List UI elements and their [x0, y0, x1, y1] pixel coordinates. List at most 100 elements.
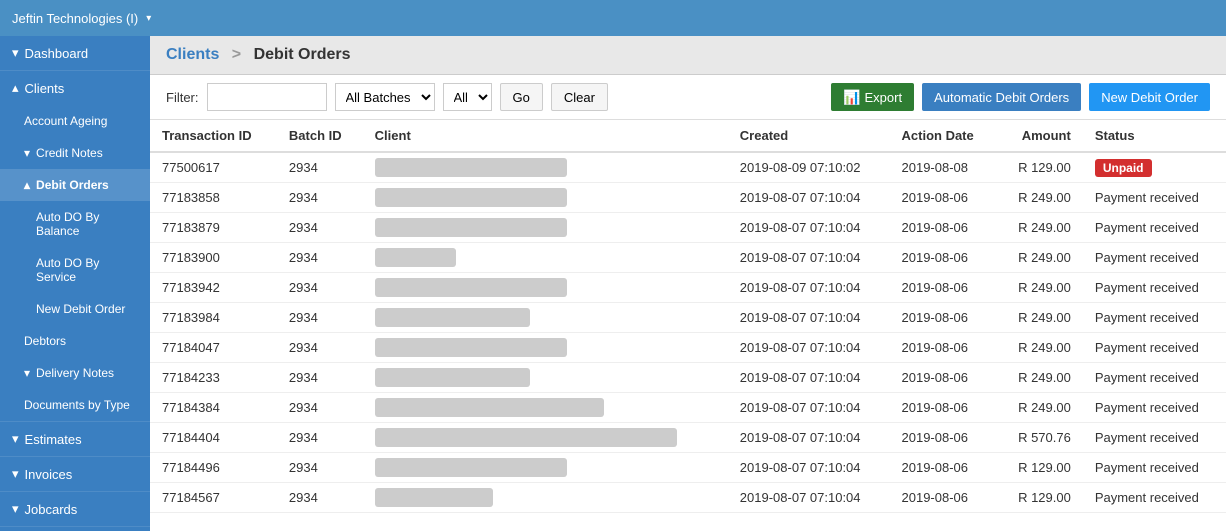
sidebar-item-estimates[interactable]: ▾ Estimates [0, 422, 150, 456]
created-date: 2019-08-07 07:10:04 [728, 303, 890, 333]
breadcrumb: Clients > Debit Orders [150, 36, 1226, 75]
amount: R 129.00 [997, 453, 1083, 483]
transaction-id: 77183858 [150, 183, 277, 213]
col-amount: Amount [997, 120, 1083, 152]
status-cell: Payment received [1083, 333, 1226, 363]
amount: R 570.76 [997, 423, 1083, 453]
created-date: 2019-08-07 07:10:04 [728, 213, 890, 243]
filter-label: Filter: [166, 90, 199, 105]
table-row[interactable]: 77183942 2934 ████████████████████ 2019-… [150, 273, 1226, 303]
sidebar: ▾ Dashboard ▴ Clients Account Ageing ▾ C… [0, 36, 150, 531]
transaction-id: 77183942 [150, 273, 277, 303]
client-name: ████████████████████ [363, 213, 728, 243]
sidebar-item-label: Account Ageing [24, 114, 107, 128]
status-cell: Payment received [1083, 183, 1226, 213]
sidebar-item-dashboard[interactable]: ▾ Dashboard [0, 36, 150, 70]
breadcrumb-current: Debit Orders [254, 46, 351, 63]
filter-input[interactable] [207, 83, 327, 111]
table-container: Transaction ID Batch ID Client Created A… [150, 120, 1226, 531]
transaction-id: 77184047 [150, 333, 277, 363]
transaction-id: 77184567 [150, 483, 277, 513]
batch-id: 2934 [277, 423, 363, 453]
go-button[interactable]: Go [500, 83, 543, 111]
client-name: ████████████████████ [363, 183, 728, 213]
toolbar: Filter: All Batches All Go Clear 📊 Expor… [150, 75, 1226, 120]
table-row[interactable]: 77184233 2934 ████████████████ 2019-08-0… [150, 363, 1226, 393]
table-row[interactable]: 77184384 2934 ████████████████████████ 2… [150, 393, 1226, 423]
status-cell: Payment received [1083, 453, 1226, 483]
transaction-id: 77500617 [150, 152, 277, 183]
created-date: 2019-08-07 07:10:04 [728, 423, 890, 453]
sidebar-section-jobcards: ▾ Jobcards [0, 491, 150, 526]
batch-id: 2934 [277, 213, 363, 243]
client-name: ████████████████████ [363, 333, 728, 363]
new-debit-order-button[interactable]: New Debit Order [1089, 83, 1210, 111]
table-row[interactable]: 77184404 2934 ██████████████████████████… [150, 423, 1226, 453]
sidebar-item-label: Debit Orders [36, 178, 109, 192]
amount: R 249.00 [997, 303, 1083, 333]
sidebar-item-jobcards[interactable]: ▾ Jobcards [0, 492, 150, 526]
company-dropdown-icon[interactable]: ▾ [146, 13, 151, 24]
jobcards-arrow: ▾ [12, 501, 19, 517]
sidebar-item-auto-do-balance[interactable]: Auto DO By Balance [0, 201, 150, 247]
status-cell: Payment received [1083, 213, 1226, 243]
created-date: 2019-08-07 07:10:04 [728, 363, 890, 393]
sidebar-item-auto-do-service[interactable]: Auto DO By Service [0, 247, 150, 293]
table-row[interactable]: 77184567 2934 ████████████ 2019-08-07 07… [150, 483, 1226, 513]
table-row[interactable]: 77184496 2934 ████████████████████ 2019-… [150, 453, 1226, 483]
sidebar-item-invoices[interactable]: ▾ Invoices [0, 457, 150, 491]
transaction-id: 77183900 [150, 243, 277, 273]
action-date: 2019-08-06 [890, 333, 998, 363]
clear-button[interactable]: Clear [551, 83, 608, 111]
created-date: 2019-08-07 07:10:04 [728, 483, 890, 513]
table-row[interactable]: 77183900 2934 ████████ 2019-08-07 07:10:… [150, 243, 1226, 273]
transaction-id: 77183984 [150, 303, 277, 333]
table-row[interactable]: 77183858 2934 ████████████████████ 2019-… [150, 183, 1226, 213]
sidebar-item-new-debit-order[interactable]: New Debit Order [0, 293, 150, 325]
sidebar-item-label: Delivery Notes [36, 366, 114, 380]
export-button[interactable]: 📊 Export [831, 83, 914, 111]
breadcrumb-parent[interactable]: Clients [166, 46, 219, 63]
automatic-debit-orders-button[interactable]: Automatic Debit Orders [922, 83, 1081, 111]
table-body: 77500617 2934 ████████████████████ 2019-… [150, 152, 1226, 513]
sidebar-item-debit-orders[interactable]: ▴ Debit Orders [0, 169, 150, 201]
sidebar-item-credit-notes[interactable]: ▾ Credit Notes [0, 137, 150, 169]
sidebar-item-label: Clients [25, 81, 65, 96]
action-date: 2019-08-06 [890, 183, 998, 213]
table-row[interactable]: 77183879 2934 ████████████████████ 2019-… [150, 213, 1226, 243]
sidebar-section-invoices: ▾ Invoices [0, 456, 150, 491]
sidebar-item-account-ageing[interactable]: Account Ageing [0, 105, 150, 137]
transaction-id: 77184496 [150, 453, 277, 483]
status-cell: Unpaid [1083, 152, 1226, 183]
action-date: 2019-08-06 [890, 213, 998, 243]
table-row[interactable]: 77184047 2934 ████████████████████ 2019-… [150, 333, 1226, 363]
sidebar-section-estimates: ▾ Estimates [0, 421, 150, 456]
action-date: 2019-08-06 [890, 453, 998, 483]
col-action-date: Action Date [890, 120, 998, 152]
sidebar-item-documents-by-type[interactable]: Documents by Type [0, 389, 150, 421]
sidebar-section-clients: ▴ Clients Account Ageing ▾ Credit Notes … [0, 70, 150, 421]
sidebar-item-payments[interactable]: ▾ Payments [0, 527, 150, 531]
table-row[interactable]: 77500617 2934 ████████████████████ 2019-… [150, 152, 1226, 183]
amount: R 249.00 [997, 183, 1083, 213]
col-client: Client [363, 120, 728, 152]
batch-select[interactable]: All Batches [335, 83, 435, 111]
batch-id: 2934 [277, 303, 363, 333]
table-row[interactable]: 77183984 2934 ████████████████ 2019-08-0… [150, 303, 1226, 333]
layout: ▾ Dashboard ▴ Clients Account Ageing ▾ C… [0, 36, 1226, 531]
created-date: 2019-08-07 07:10:04 [728, 393, 890, 423]
status-select[interactable]: All [443, 83, 492, 111]
sidebar-item-delivery-notes[interactable]: ▾ Delivery Notes [0, 357, 150, 389]
amount: R 249.00 [997, 393, 1083, 423]
action-date: 2019-08-06 [890, 243, 998, 273]
status-cell: Payment received [1083, 393, 1226, 423]
breadcrumb-separator: > [232, 46, 241, 63]
sidebar-item-label: Estimates [25, 432, 82, 447]
sidebar-item-label: Debtors [24, 334, 66, 348]
client-name: ████████████████████ [363, 273, 728, 303]
sidebar-item-label: Documents by Type [24, 398, 130, 412]
sidebar-item-clients[interactable]: ▴ Clients [0, 71, 150, 105]
debit-orders-table: Transaction ID Batch ID Client Created A… [150, 120, 1226, 513]
sidebar-item-debtors[interactable]: Debtors [0, 325, 150, 357]
sidebar-section-payments: ▾ Payments [0, 526, 150, 531]
